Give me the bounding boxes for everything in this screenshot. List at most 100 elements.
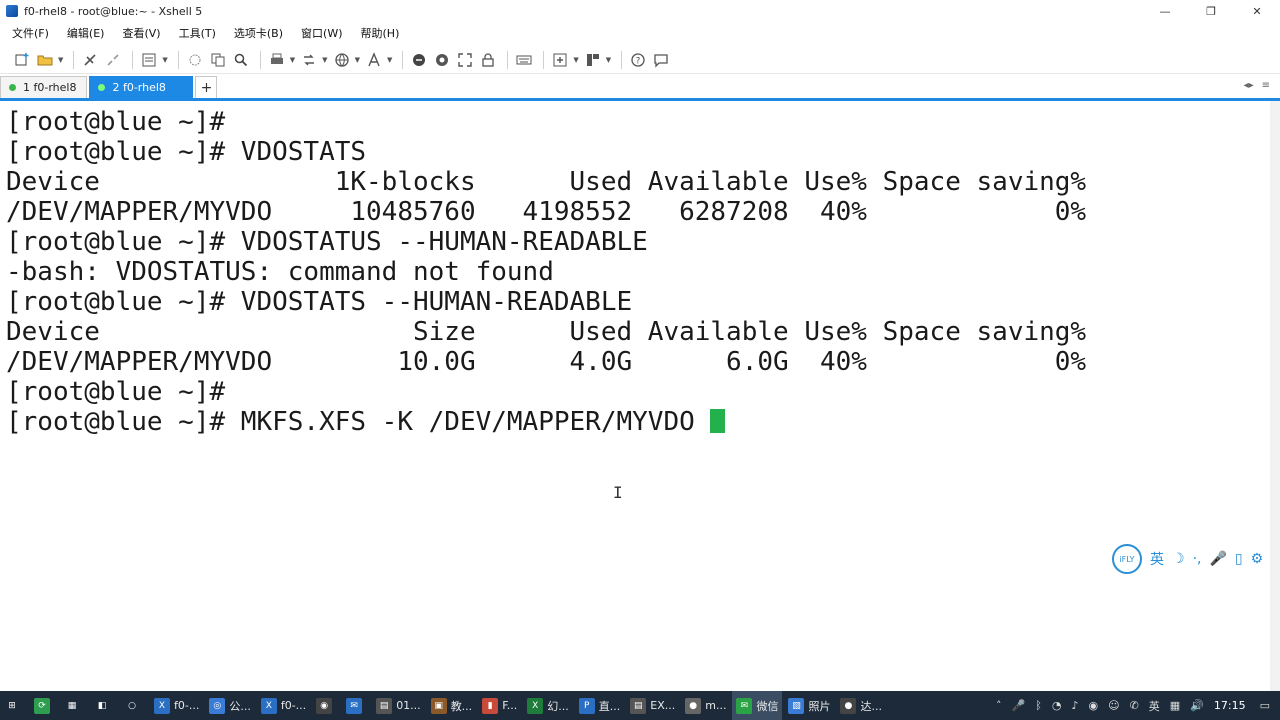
title-bar: f0-rhel8 - root@blue:~ - Xshell 5 — ❐ ✕ xyxy=(0,0,1280,22)
chevron-down-icon[interactable]: ▼ xyxy=(162,56,167,64)
taskbar-item[interactable]: X 幻... xyxy=(523,691,573,720)
tab-session-2[interactable]: 2 f0-rhel8 xyxy=(89,76,194,98)
menu-view[interactable]: 查看(V) xyxy=(120,23,162,43)
tray-icon[interactable]: ˄ xyxy=(996,699,1002,712)
open-folder-icon[interactable] xyxy=(35,50,55,70)
taskbar-item[interactable]: ▤ EX... xyxy=(626,691,679,720)
taskbar-item[interactable]: ▤ 01... xyxy=(372,691,425,720)
taskbar-item[interactable]: ● 达... xyxy=(836,691,886,720)
taskbar-apps: ⊞ ⟳ ▦ ◧ ○ Xf0-... ◎ 公... Xf0-... ◉ ✉ ▤ 01... ▣ 教... ▮ F.… xyxy=(0,691,888,720)
link-icon[interactable] xyxy=(185,50,205,70)
chevron-down-icon[interactable]: ▼ xyxy=(290,56,295,64)
tray-icon[interactable]: ◉ xyxy=(1088,699,1098,712)
menu-window[interactable]: 窗口(W) xyxy=(299,23,344,43)
taskbar-app-icon: ▧ xyxy=(788,697,805,714)
terminal-line: /DEV/MAPPER/MYVDO 10485760 4198552 62872… xyxy=(6,197,1087,227)
menu-tabs[interactable]: 选项卡(B) xyxy=(232,23,285,43)
tray-icon[interactable]: ᛒ xyxy=(1035,699,1042,712)
taskbar-item[interactable]: ✉ 微信 xyxy=(732,691,783,720)
moon-icon[interactable]: ☽ xyxy=(1172,551,1185,567)
tab-list-icon[interactable]: ≡ xyxy=(1262,80,1270,91)
taskbar-item[interactable]: ⊞ xyxy=(0,691,28,720)
print-icon[interactable] xyxy=(267,50,287,70)
layout-icon[interactable] xyxy=(583,50,603,70)
tray-icon[interactable]: ◔ xyxy=(1052,699,1062,712)
font-icon[interactable] xyxy=(364,50,384,70)
terminal-scrollbar[interactable] xyxy=(1270,101,1280,691)
taskbar-app-icon: ⟳ xyxy=(34,697,50,714)
maximize-button[interactable]: ❐ xyxy=(1188,0,1234,22)
gear-icon[interactable]: ⚙ xyxy=(1251,551,1264,567)
transfer-icon[interactable] xyxy=(299,50,319,70)
taskbar-item[interactable]: Xf0-... xyxy=(257,691,310,720)
taskbar-item[interactable]: ○ xyxy=(120,691,148,720)
tunnel-icon[interactable] xyxy=(432,50,452,70)
menu-file[interactable]: 文件(F) xyxy=(10,23,51,43)
tray-icon[interactable]: 🎤 xyxy=(1012,699,1026,712)
clock[interactable]: 17:15 xyxy=(1214,699,1246,712)
taskbar-app-icon: ◧ xyxy=(94,697,110,714)
tray-icon[interactable]: ✆ xyxy=(1130,699,1139,712)
find-icon[interactable] xyxy=(231,50,251,70)
tab-session-1[interactable]: 1 f0-rhel8 xyxy=(0,76,88,98)
tray-icon[interactable]: ▦ xyxy=(1170,699,1180,712)
xftp-icon[interactable] xyxy=(409,50,429,70)
phone-icon[interactable]: ▯ xyxy=(1235,551,1243,567)
taskbar-item-label: 照片 xyxy=(808,699,831,713)
microphone-icon[interactable]: 🎤 xyxy=(1209,551,1226,567)
taskbar-item[interactable]: ◧ xyxy=(90,691,118,720)
connect-icon[interactable] xyxy=(80,50,100,70)
taskbar-item[interactable]: ◉ xyxy=(312,691,340,720)
taskbar-item[interactable]: ✉ xyxy=(342,691,370,720)
tab-scroll-arrows-icon[interactable]: ◂▸ xyxy=(1244,80,1254,91)
taskbar-item-label: 01... xyxy=(396,699,421,712)
new-tab-icon[interactable] xyxy=(550,50,570,70)
taskbar-item[interactable]: ▧ 照片 xyxy=(784,691,834,720)
fullscreen-icon[interactable] xyxy=(455,50,475,70)
tray-icons: ˄ 🎤 ᛒ ◔ ♪ ◉ ☺ ✆ 英 ▦ 🔊 xyxy=(996,698,1214,714)
taskbar-item[interactable]: ● m... xyxy=(681,691,730,720)
ime-logo-icon[interactable]: iFLY xyxy=(1112,544,1142,574)
terminal-line: [root@blue ~]# xyxy=(6,377,226,407)
taskbar-item[interactable]: ▮ F... xyxy=(478,691,521,720)
menu-edit[interactable]: 编辑(E) xyxy=(65,23,107,43)
tray-icon[interactable]: ☺ xyxy=(1108,699,1119,712)
add-tab-button[interactable]: + xyxy=(195,76,218,98)
tray-icon[interactable]: 🔊 xyxy=(1190,699,1204,712)
minimize-button[interactable]: — xyxy=(1142,0,1188,22)
taskbar-item-label: 达... xyxy=(860,699,882,713)
chevron-down-icon[interactable]: ▼ xyxy=(58,56,63,64)
chevron-down-icon[interactable]: ▼ xyxy=(606,56,611,64)
taskbar-item[interactable]: Xf0-... xyxy=(150,691,203,720)
menu-help[interactable]: 帮助(H) xyxy=(359,23,402,43)
taskbar-item[interactable]: ▦ xyxy=(60,691,88,720)
chevron-down-icon[interactable]: ▼ xyxy=(355,56,360,64)
taskbar-item[interactable]: ⟳ xyxy=(30,691,58,720)
taskbar-app-icon: P xyxy=(578,697,595,714)
tray-icon[interactable]: ♪ xyxy=(1071,699,1078,712)
help-icon[interactable]: ? xyxy=(628,50,648,70)
tab-label: 2 f0-rhel8 xyxy=(112,81,166,94)
punctuation-icon[interactable]: ·, xyxy=(1193,551,1202,567)
tray-icon[interactable]: 英 xyxy=(1149,698,1160,714)
ime-language-toggle[interactable]: 英 xyxy=(1150,549,1164,569)
chevron-down-icon[interactable]: ▼ xyxy=(322,56,327,64)
taskbar-app-icon: ● xyxy=(840,697,857,714)
properties-icon[interactable] xyxy=(139,50,159,70)
menu-tools[interactable]: 工具(T) xyxy=(177,23,218,43)
copy-icon[interactable] xyxy=(208,50,228,70)
notification-icon[interactable]: ▭ xyxy=(1260,699,1270,712)
chat-icon[interactable] xyxy=(651,50,671,70)
new-session-icon[interactable] xyxy=(12,50,32,70)
taskbar-item[interactable]: ▣ 教... xyxy=(427,691,477,720)
taskbar-item[interactable]: P 直... xyxy=(575,691,625,720)
terminal-area[interactable]: [root@blue ~]# [root@blue ~]# VDOSTATS D… xyxy=(0,101,1270,691)
disconnect-icon[interactable] xyxy=(103,50,123,70)
globe-icon[interactable] xyxy=(332,50,352,70)
chevron-down-icon[interactable]: ▼ xyxy=(573,56,578,64)
keyboard-icon[interactable] xyxy=(514,50,534,70)
chevron-down-icon[interactable]: ▼ xyxy=(387,56,392,64)
close-button[interactable]: ✕ xyxy=(1234,0,1280,22)
taskbar-item[interactable]: ◎ 公... xyxy=(205,691,255,720)
lock-icon[interactable] xyxy=(478,50,498,70)
